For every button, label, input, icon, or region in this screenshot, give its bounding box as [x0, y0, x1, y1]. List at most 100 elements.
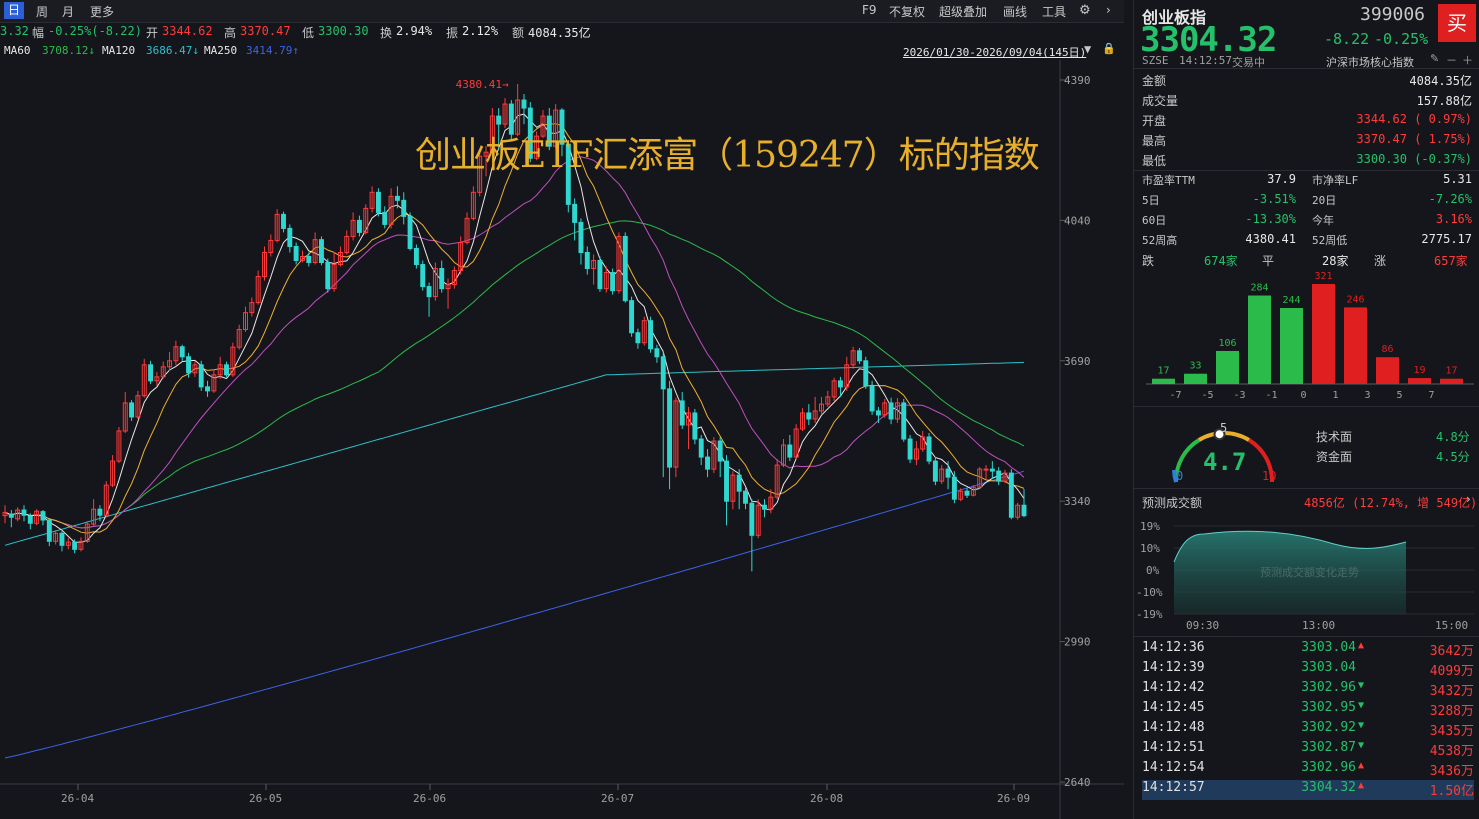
y-tick-label: 3690: [1064, 355, 1091, 368]
tick-arrow-icon: ▼: [1358, 700, 1365, 711]
candle-body: [863, 360, 869, 387]
dist-bar: [1344, 307, 1367, 384]
index-code: 399006: [1360, 4, 1426, 25]
edit-icon[interactable]: ✎: [1430, 52, 1439, 65]
candle-body: [186, 356, 192, 374]
candle-body: [27, 515, 33, 524]
dist-x-label: 5: [1396, 390, 1402, 401]
tools-button[interactable]: 工具: [1042, 3, 1066, 20]
candle-body: [869, 385, 875, 412]
tick-arrow-icon: ▼: [1358, 680, 1365, 691]
stat-row: 最低 3300.30 (-0.37%): [1142, 152, 1472, 172]
forecast-chevron-icon[interactable]: ›: [1466, 492, 1471, 506]
f9-button[interactable]: F9: [862, 3, 877, 17]
ma250-label: MA250: [204, 44, 238, 57]
draw-line-button[interactable]: 画线: [1003, 3, 1027, 20]
stat-row: 成交量 157.88亿: [1142, 92, 1472, 112]
rise-label: 涨: [1374, 254, 1387, 268]
tick-price: 3302.96: [1301, 760, 1356, 775]
turnover-label: 换: [380, 26, 393, 40]
period-tab-more[interactable]: 更多: [90, 3, 114, 20]
tick-arrow-icon: ▼: [1358, 720, 1365, 731]
tick-time: 14:12:42: [1142, 680, 1205, 695]
dist-bar: [1184, 373, 1207, 384]
tick-row[interactable]: 14:12:57 3304.32 ▲ 1.50亿: [1142, 780, 1474, 800]
candle-body: [382, 211, 388, 225]
x-tick-label: 26-06: [413, 792, 446, 805]
stat2-value: 3.16%: [1435, 212, 1472, 226]
candle-body: [597, 260, 603, 290]
period-tab-day[interactable]: 日: [4, 2, 25, 19]
forecast-chart: 19% 10% 0% -10% -19% 09:30 13:00 15:00 预…: [1136, 520, 1474, 632]
tick-row[interactable]: 14:12:51 3302.87 ▼ 4538万: [1142, 740, 1474, 760]
plus-icon[interactable]: ＋: [1462, 52, 1473, 68]
score-gauge: 0 5 10 4.7: [1172, 421, 1276, 483]
gauge-mid: 5: [1220, 421, 1227, 435]
candle-body: [837, 380, 843, 388]
tick-row[interactable]: 14:12:45 3302.95 ▼ 3288万: [1142, 700, 1474, 720]
dropdown-triangle-icon[interactable]: ▼: [1084, 42, 1091, 56]
fund-score: 4.5分: [1436, 450, 1470, 464]
gauge-max: 10: [1262, 469, 1276, 483]
chevron-right-icon[interactable]: ›: [1106, 3, 1111, 17]
period-tab-month[interactable]: 月: [62, 3, 74, 20]
dist-bar: [1280, 307, 1303, 384]
stat2-label: 今年: [1312, 214, 1334, 227]
dist-bar: [1152, 378, 1175, 384]
settings-gear-icon[interactable]: ⚙: [1079, 3, 1091, 18]
lock-icon[interactable]: 🔒: [1102, 42, 1116, 55]
candle-body: [426, 286, 432, 298]
period-tab-week[interactable]: 周: [36, 3, 48, 20]
candle-body: [660, 356, 666, 390]
stat-row: 金额 4084.35亿: [1142, 72, 1472, 92]
overlay-button[interactable]: 超级叠加: [939, 3, 987, 20]
candle-body: [401, 199, 407, 217]
candle-body: [129, 402, 135, 418]
tick-time: 14:12:51: [1142, 740, 1205, 755]
tick-row[interactable]: 14:12:48 3302.92 ▼ 3435万: [1142, 720, 1474, 740]
price-change: -8.22: [1324, 30, 1370, 48]
candle-body: [622, 235, 628, 302]
dist-bar-label: 106: [1218, 338, 1236, 349]
candle-body: [375, 191, 381, 213]
candle-body: [224, 364, 229, 376]
candle-body: [1008, 472, 1014, 518]
tick-row[interactable]: 14:12:42 3302.96 ▼ 3432万: [1142, 680, 1474, 700]
candle-body: [724, 460, 729, 502]
dist-x-label: -5: [1201, 390, 1213, 401]
candle-body: [888, 402, 894, 420]
candle-body: [692, 412, 698, 440]
dist-bar-label: 17: [1445, 366, 1457, 377]
buy-button[interactable]: 买: [1438, 4, 1476, 42]
tick-volume: 1.50亿: [1429, 784, 1474, 799]
dist-x-label: -3: [1233, 390, 1245, 401]
stat-value: 3300.30 (-0.37%): [1356, 152, 1472, 166]
candle-body: [21, 509, 27, 516]
tick-volume: 4538万: [1429, 744, 1474, 759]
tick-row[interactable]: 14:12:39 3303.04 4099万: [1142, 660, 1474, 680]
tick-row[interactable]: 14:12:54 3302.96 ▲ 3436万: [1142, 760, 1474, 780]
tick-arrow-icon: ▲: [1358, 640, 1365, 651]
candle-body: [521, 99, 527, 109]
candle-body: [635, 332, 641, 344]
stat2-value: 5.31: [1443, 172, 1472, 186]
candle-body: [148, 364, 154, 382]
amplitude-label: 振: [446, 26, 459, 40]
ma10-line: [4, 123, 1025, 534]
minus-icon[interactable]: －: [1446, 52, 1457, 68]
candle-body: [996, 470, 1002, 482]
tick-row[interactable]: 14:12:36 3303.04 ▲ 3642万: [1142, 640, 1474, 660]
tick-price: 3302.95: [1301, 700, 1356, 715]
dist-bar-label: 321: [1314, 272, 1332, 282]
stat-label: 最高: [1142, 134, 1167, 148]
candle-body: [856, 350, 862, 362]
gauge-min: 0: [1176, 469, 1183, 483]
chart-toolbar: 日 周 月 更多 F9 不复权 超级叠加 画线 工具 ⚙ ›: [0, 0, 1124, 23]
candle-body: [787, 444, 793, 458]
kline-chart-panel[interactable]: 日 周 月 更多 F9 不复权 超级叠加 画线 工具 ⚙ › 3.32 幅 -0…: [0, 0, 1124, 819]
low-value: 3300.30: [318, 24, 369, 38]
tick-arrow-icon: ▲: [1358, 760, 1365, 771]
candle-body: [806, 412, 812, 420]
date-range-selector[interactable]: 2026/01/30-2026/09/04(145日): [903, 44, 1086, 60]
no-adjust-button[interactable]: 不复权: [889, 3, 925, 20]
